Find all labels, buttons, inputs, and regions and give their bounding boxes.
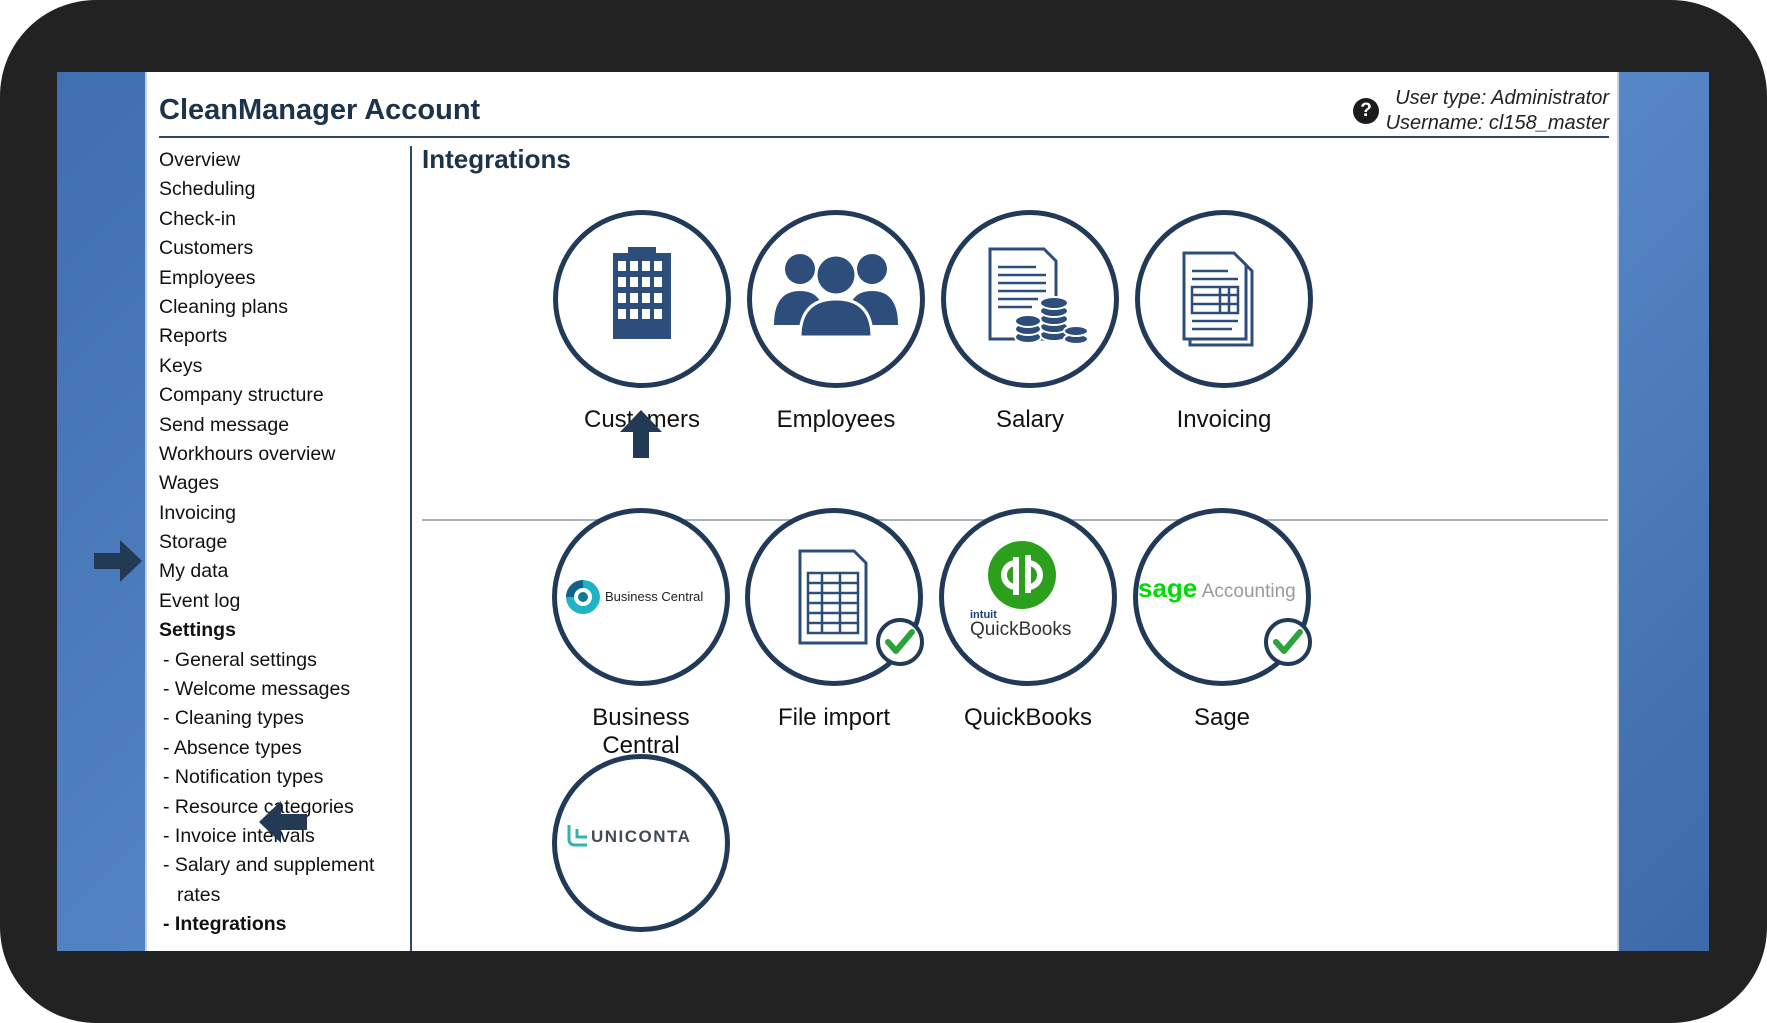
integration-label: Business Central [531,704,751,760]
sidebar-item-company-structure[interactable]: Company structure [159,381,409,410]
sidebar-item-reports[interactable]: Reports [159,322,409,351]
user-type: User type: Administrator [1395,87,1609,109]
sidebar-divider [410,146,412,951]
sidebar-item-cleaning-plans[interactable]: Cleaning plans [159,293,409,322]
device-frame: CleanManager Account ? User type: Admini… [0,0,1767,1023]
integration-label: QuickBooks [963,704,1093,731]
sidebar-item-check-in[interactable]: Check-in [159,205,409,234]
sage-brand-text: sage [1138,573,1198,603]
quickbooks-logo-text: QuickBooks [970,619,1072,640]
sidebar-item-welcome-messages[interactable]: - Welcome messages [159,675,409,704]
app-title: CleanManager Account [159,94,481,126]
page-title: Integrations [422,144,571,174]
enabled-check-icon [1264,618,1312,666]
username: Username: cl158_master [1385,112,1609,134]
sidebar-item-workhours-overview[interactable]: Workhours overview [159,440,409,469]
sidebar-item-general-settings[interactable]: - General settings [159,646,409,675]
quickbooks-logo-icon [988,541,1056,609]
sidebar-item-scheduling[interactable]: Scheduling [159,175,409,204]
salary-document-coins-icon [988,247,1089,345]
module-circle [1135,210,1313,388]
integration-tile-business-central[interactable]: Business Central Business Central [531,508,751,760]
integration-tile-file-import[interactable]: File import [724,508,944,732]
module-circle [747,210,925,388]
sidebar-item-wages[interactable]: Wages [159,469,409,498]
module-tile-salary[interactable]: Salary [920,210,1140,434]
sidebar-item-absence-types[interactable]: - Absence types [159,734,409,763]
sidebar-item-overview[interactable]: Overview [159,146,409,175]
arrow-left-icon [259,801,307,843]
enabled-check-icon [876,618,924,666]
module-label: Salary [995,406,1065,433]
app-window: CleanManager Account ? User type: Admini… [145,72,1619,951]
module-circle [941,210,1119,388]
sidebar-item-send-message[interactable]: Send message [159,411,409,440]
sidebar-item-event-log[interactable]: Event log [159,587,409,616]
module-label: Employees [776,406,896,433]
business-central-logo-text: Business Central [605,589,704,604]
module-tile-employees[interactable]: Employees [726,210,946,434]
sidebar-item-employees[interactable]: Employees [159,264,409,293]
sage-accounting-text: Accounting [1201,581,1296,602]
integration-circle: intuit QuickBooks [939,508,1117,686]
arrow-right-icon [94,540,142,582]
integration-tile-sage[interactable]: sage Accounting Sage [1112,508,1332,732]
module-label: Invoicing [1176,406,1272,433]
module-circle [553,210,731,388]
uniconta-logo-text: UNICONTA [591,827,692,846]
building-icon [613,247,671,339]
sidebar-item-storage[interactable]: Storage [159,528,409,557]
module-tile-invoicing[interactable]: Invoicing [1114,210,1334,434]
sidebar-item-invoicing[interactable]: Invoicing [159,499,409,528]
integration-label-line1: Business [592,704,690,731]
sidebar-item-settings[interactable]: Settings [159,616,409,645]
arrow-up-icon [620,410,662,458]
integration-tile-quickbooks[interactable]: intuit QuickBooks QuickBooks [918,508,1138,732]
integration-circle: Business Central [552,508,730,686]
sidebar-item-salary-rates-continuation[interactable]: rates [159,881,409,910]
sidebar-item-customers[interactable]: Customers [159,234,409,263]
integration-tile-uniconta[interactable]: UNICONTA [531,754,751,932]
integration-label: Sage [1193,704,1251,731]
module-tile-customers[interactable]: Customers [532,210,752,434]
sidebar-item-integrations[interactable]: - Integrations [159,910,409,939]
sidebar-item-keys[interactable]: Keys [159,352,409,381]
integration-label: File import [777,704,891,731]
user-info: User type: Administrator Username: cl158… [1386,86,1609,136]
integration-circle: UNICONTA [552,754,730,932]
sidebar-item-my-data[interactable]: My data [159,557,409,586]
people-icon [774,253,898,339]
sage-logo: sage Accounting [1138,573,1296,604]
invoice-document-icon [1182,251,1254,347]
sidebar-item-salary-and-supplement-rates[interactable]: - Salary and supplement [159,851,409,880]
help-icon[interactable]: ? [1353,98,1379,124]
header-divider [159,136,1609,138]
sidebar-item-notification-types[interactable]: - Notification types [159,763,409,792]
desktop-background: CleanManager Account ? User type: Admini… [57,72,1709,951]
sidebar-item-cleaning-types[interactable]: - Cleaning types [159,704,409,733]
